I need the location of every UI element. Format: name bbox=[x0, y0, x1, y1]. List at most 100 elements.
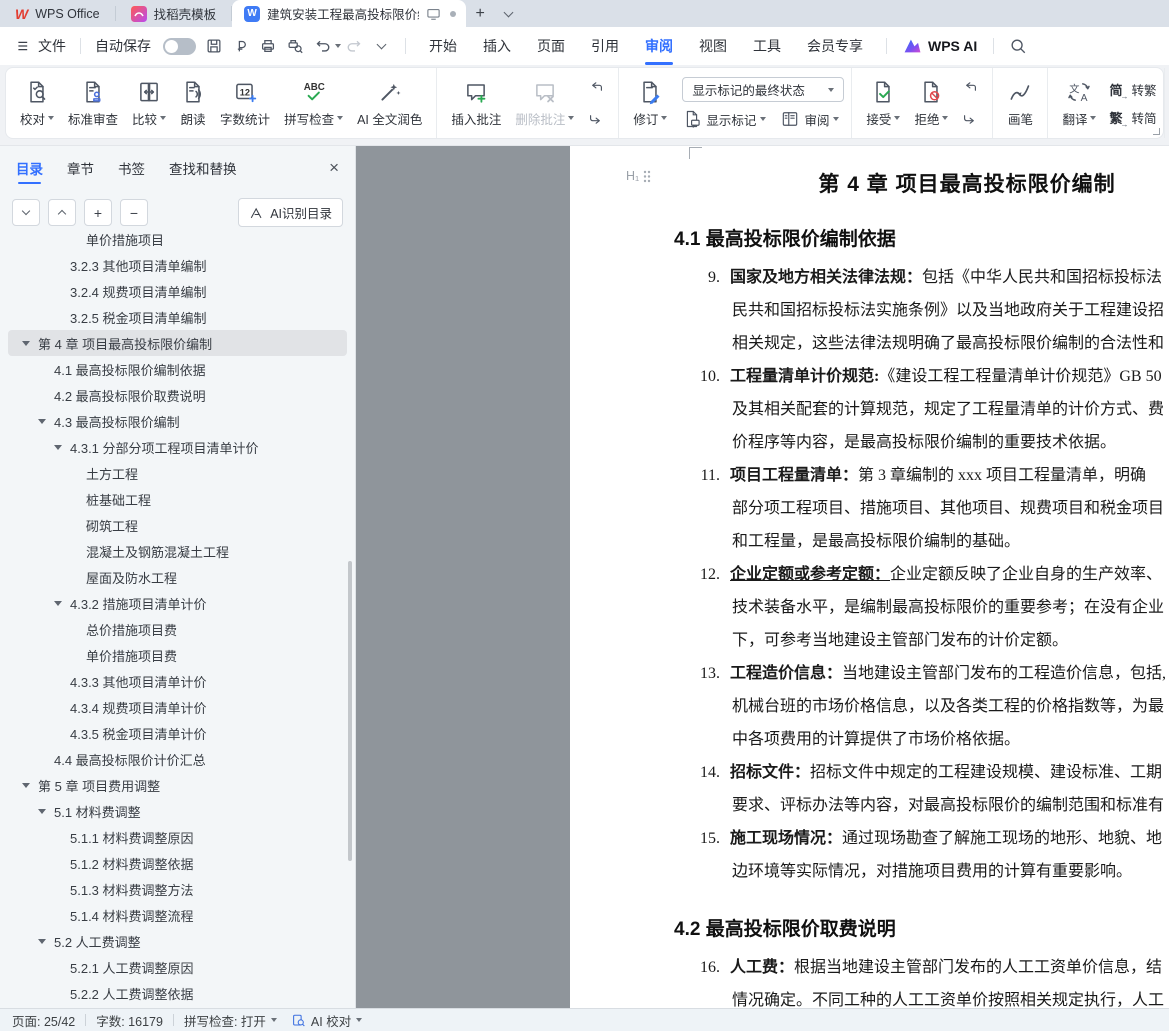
chapter-heading[interactable]: 第 4 章 项目最高投标限价编制 bbox=[674, 168, 1169, 198]
list-item-line[interactable]: 和工程量，是最高投标限价编制的基础。 bbox=[674, 525, 1169, 558]
next-comment-button[interactable] bbox=[584, 107, 608, 127]
ribbon-button-translate[interactable]: 文A翻译 bbox=[1055, 74, 1103, 133]
convert-简-button[interactable]: 简→转繁 bbox=[1109, 80, 1156, 99]
menu-tab-插入[interactable]: 插入 bbox=[470, 27, 524, 65]
toc-item[interactable]: 4.4 最高投标限价计价汇总 bbox=[8, 746, 347, 772]
toc-item[interactable]: 砌筑工程 bbox=[8, 512, 347, 538]
dialog-launcher-icon[interactable] bbox=[1153, 128, 1160, 135]
ribbon-button-show-markup[interactable]: 显示标记 bbox=[682, 109, 766, 129]
toc-item[interactable]: 4.3.5 税金项目清单计价 bbox=[8, 720, 347, 746]
previous-change-button[interactable] bbox=[958, 79, 982, 99]
toc-item[interactable]: 第 5 章 项目费用调整 bbox=[8, 772, 347, 798]
export-pdf-button[interactable] bbox=[227, 33, 254, 59]
undo-button[interactable] bbox=[308, 33, 335, 59]
ribbon-button-accept[interactable]: 接受 bbox=[859, 74, 907, 133]
redo-button[interactable] bbox=[341, 33, 368, 59]
ribbon-button-reject[interactable]: 拒绝 bbox=[907, 74, 955, 133]
sidebar-tab-chapters[interactable]: 章节 bbox=[67, 145, 94, 191]
toc-zoom-out-button[interactable]: − bbox=[120, 199, 148, 226]
collapse-arrow-icon[interactable] bbox=[54, 601, 62, 606]
sidebar-scrollbar[interactable] bbox=[348, 561, 352, 861]
menu-tab-会员专享[interactable]: 会员专享 bbox=[794, 27, 876, 65]
tab-docer-template[interactable]: 找稻壳模板 bbox=[116, 0, 232, 27]
toc-item[interactable]: 4.3.1 分部分项工程项目清单计价 bbox=[8, 434, 347, 460]
list-item-line[interactable]: 价程序等内容，是最高投标限价编制的重要技术依据。 bbox=[674, 426, 1169, 459]
menu-tab-开始[interactable]: 开始 bbox=[416, 27, 470, 65]
toc-item[interactable]: 4.2 最高投标限价取费说明 bbox=[8, 382, 347, 408]
ribbon-button-review-pane[interactable]: 审阅 bbox=[780, 109, 839, 129]
toc-item[interactable]: 总价措施项目费 bbox=[8, 616, 347, 642]
list-item-line[interactable]: 下，可参考当地建设主管部门发布的计价定额。 bbox=[674, 624, 1169, 657]
toc-item[interactable]: 桩基础工程 bbox=[8, 486, 347, 512]
menu-tab-工具[interactable]: 工具 bbox=[740, 27, 794, 65]
list-item[interactable]: 15.施工现场情况：通过现场勘查了解施工现场的地形、地貌、地 bbox=[674, 822, 1169, 855]
collapse-arrow-icon[interactable] bbox=[38, 809, 46, 814]
ribbon-button-delete-comment[interactable]: 删除批注 bbox=[508, 74, 581, 133]
toc-item[interactable]: 4.3 最高投标限价编制 bbox=[8, 408, 347, 434]
markup-state-select[interactable]: 显示标记的最终状态 bbox=[682, 77, 844, 102]
collapse-arrow-icon[interactable] bbox=[54, 445, 62, 450]
collapse-arrow-icon[interactable] bbox=[22, 341, 30, 346]
toc-item[interactable]: 3.2.3 其他项目清单编制 bbox=[8, 252, 347, 278]
list-item[interactable]: 11.项目工程量清单：第 3 章编制的 xxx 项目工程量清单，明确 bbox=[674, 459, 1169, 492]
collapse-arrow-icon[interactable] bbox=[22, 783, 30, 788]
search-button[interactable] bbox=[1004, 33, 1031, 59]
toc-item[interactable]: 单价措施项目 bbox=[8, 231, 347, 252]
tab-wps-office[interactable]: W WPS Office bbox=[0, 0, 115, 27]
toc-item[interactable]: 第 4 章 项目最高投标限价编制 bbox=[8, 330, 347, 356]
ribbon-button-proofread[interactable]: 校对 bbox=[13, 74, 61, 133]
tab-document[interactable]: W 建筑安装工程最高投标限价编 bbox=[232, 0, 466, 27]
toc-item[interactable]: 土方工程 bbox=[8, 460, 347, 486]
heading-level-badge[interactable]: H₁ bbox=[626, 169, 651, 183]
toc-item[interactable]: 4.3.2 措施项目清单计价 bbox=[8, 590, 347, 616]
section-heading[interactable]: 4.2 最高投标限价取费说明 bbox=[674, 914, 1169, 941]
toc-item[interactable]: 3.2.5 税金项目清单编制 bbox=[8, 304, 347, 330]
document-canvas[interactable]: H₁ 第 4 章 项目最高投标限价编制 4.1 最高投标限价编制依据 9.国家及地… bbox=[356, 146, 1169, 1008]
menu-tab-引用[interactable]: 引用 bbox=[578, 27, 632, 65]
list-item-line[interactable]: 机械台班的市场价格信息，以及各类工程的价格指数等，为最 bbox=[674, 690, 1169, 723]
toc-item[interactable]: 5.1.2 材料费调整依据 bbox=[8, 850, 347, 876]
share-screen-icon[interactable] bbox=[426, 7, 441, 21]
collapse-arrow-icon[interactable] bbox=[38, 939, 46, 944]
ribbon-button-spell-check[interactable]: ABC拼写检查 bbox=[277, 74, 350, 133]
ribbon-button-standard-review[interactable]: 标准审查 bbox=[61, 74, 125, 133]
wps-ai-button[interactable]: WPS AI bbox=[897, 38, 983, 54]
list-item-line[interactable]: 部分项工程项目、措施项目、其他项目、规费项目和税金项目 bbox=[674, 492, 1169, 525]
toc-item[interactable]: 5.1.3 材料费调整方法 bbox=[8, 876, 347, 902]
list-item[interactable]: 14.招标文件：招标文件中规定的工程建设规模、建设标准、工期 bbox=[674, 756, 1169, 789]
toc-item[interactable]: 4.3.3 其他项目清单计价 bbox=[8, 668, 347, 694]
list-item-line[interactable]: 技术装备水平，是编制最高投标限价的重要参考；在没有企业 bbox=[674, 591, 1169, 624]
list-item[interactable]: 10.工程量清单计价规范:《建设工程工程量清单计价规范》GB 50 bbox=[674, 360, 1169, 393]
page-indicator[interactable]: 页面: 25/42 bbox=[12, 1011, 75, 1030]
new-tab-button[interactable]: + bbox=[466, 0, 494, 27]
toc-item[interactable]: 5.1.4 材料费调整流程 bbox=[8, 902, 347, 928]
sidebar-tab-find-replace[interactable]: 查找和替换 bbox=[169, 145, 237, 191]
drag-handle-icon[interactable] bbox=[643, 170, 651, 183]
sidebar-tab-bookmarks[interactable]: 书签 bbox=[118, 145, 145, 191]
toc-item[interactable]: 5.1 材料费调整 bbox=[8, 798, 347, 824]
menu-tab-视图[interactable]: 视图 bbox=[686, 27, 740, 65]
ribbon-button-read-aloud[interactable]: 朗读 bbox=[173, 74, 213, 133]
toc-item[interactable]: 4.1 最高投标限价编制依据 bbox=[8, 356, 347, 382]
list-item-line[interactable]: 民共和国招标投标法实施条例》以及当地政府关于工程建设招 bbox=[674, 294, 1169, 327]
ribbon-button-word-count[interactable]: 12字数统计 bbox=[213, 74, 277, 133]
ribbon-button-compare[interactable]: 比较 bbox=[125, 74, 173, 133]
toc-item[interactable]: 混凝土及钢筋混凝土工程 bbox=[8, 538, 347, 564]
list-item-line[interactable]: 要求、评标办法等内容，对最高投标限价的编制范围和标准有 bbox=[674, 789, 1169, 822]
section-heading[interactable]: 4.1 最高投标限价编制依据 bbox=[674, 224, 1169, 251]
tab-list-button[interactable] bbox=[494, 0, 522, 27]
list-item-line[interactable]: 及其相关配套的计算规范，规定了工程量清单的计价方式、费 bbox=[674, 393, 1169, 426]
close-sidebar-button[interactable]: × bbox=[329, 158, 339, 178]
list-item-line[interactable]: 情况确定。不同工种的人工工资单价按照相关规定执行，人工 bbox=[674, 984, 1169, 1008]
ai-proofread-button[interactable]: AI 校对 bbox=[291, 1011, 362, 1030]
list-item[interactable]: 9.国家及地方相关法律法规：包括《中华人民共和国招标投标法 bbox=[674, 261, 1169, 294]
toc-item[interactable]: 4.3.4 规费项目清单计价 bbox=[8, 694, 347, 720]
list-item[interactable]: 16.人工费：根据当地建设主管部门发布的人工工资单价信息，结 bbox=[674, 951, 1169, 984]
ribbon-button-ai-polish[interactable]: AI 全文润色 bbox=[350, 74, 429, 133]
toolbar-options-button[interactable] bbox=[368, 33, 395, 59]
sidebar-tab-toc[interactable]: 目录 bbox=[16, 145, 43, 191]
list-item-line[interactable]: 中各项费用的计算提供了市场价格依据。 bbox=[674, 723, 1169, 756]
list-item[interactable]: 13.工程造价信息：当地建设主管部门发布的工程造价信息，包括, bbox=[674, 657, 1169, 690]
convert-繁-button[interactable]: 繁→转简 bbox=[1109, 108, 1156, 127]
autosave-toggle[interactable]: 自动保存 bbox=[91, 36, 200, 56]
